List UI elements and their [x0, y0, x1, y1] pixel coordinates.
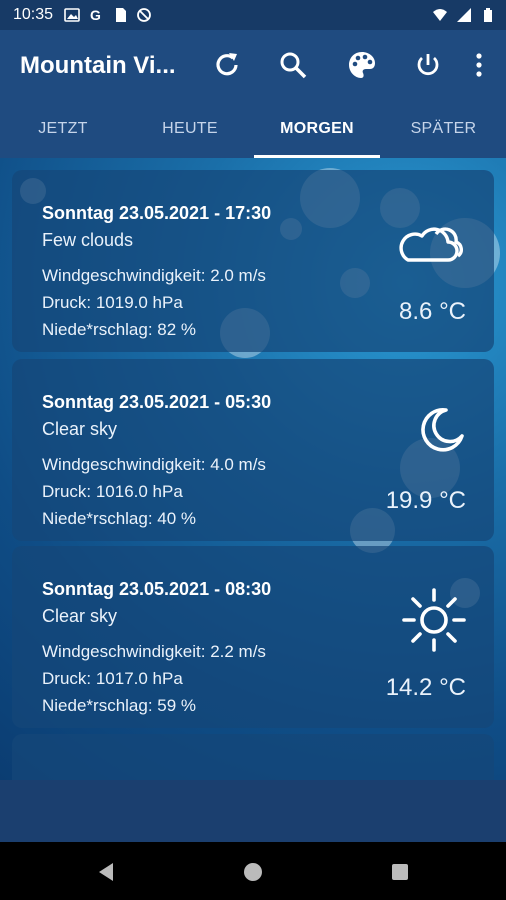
svg-text:G: G [90, 7, 101, 23]
tab-morgen[interactable]: MORGEN [254, 100, 380, 158]
notification-icons: G [64, 7, 152, 23]
forecast-datetime: Sonntag 23.05.2021 - 08:30 [42, 579, 272, 599]
precipitation: Niede*rschlag: 82 % [42, 320, 197, 339]
wind-speed: Windgeschwindigkeit: 2.2 m/s [42, 642, 266, 661]
search-button[interactable] [276, 48, 310, 82]
temperature: 19.9 °C [385, 487, 466, 514]
theme-button[interactable] [345, 48, 379, 82]
tab-jetzt[interactable]: JETZT [0, 100, 126, 158]
recents-icon [392, 864, 408, 880]
bottom-area [0, 780, 506, 842]
sim-card-icon [116, 8, 126, 22]
forecast-card[interactable]: Sonntag 23.05.2021 - 17:30 Few clouds Wi… [12, 170, 494, 352]
signal-icon [457, 8, 471, 22]
forecast-description: Clear sky [42, 606, 118, 626]
back-button[interactable] [92, 858, 120, 886]
tab-bar: JETZT HEUTE MORGEN SPÄTER [0, 100, 506, 158]
forecast-datetime: Sonntag 23.05.2021 - 17:30 [42, 203, 272, 223]
power-button[interactable] [411, 48, 445, 82]
forecast-list[interactable]: Sonntag 23.05.2021 - 17:30 Few clouds Wi… [0, 158, 506, 780]
recents-button[interactable] [386, 858, 414, 886]
back-icon [99, 863, 113, 881]
search-icon [280, 52, 307, 79]
refresh-icon [216, 53, 238, 76]
wind-speed: Windgeschwindigkeit: 2.0 m/s [42, 266, 266, 285]
forecast-datetime: Sonntag 23.05.2021 - 05:30 [42, 392, 272, 412]
refresh-button[interactable] [210, 48, 244, 82]
moon-icon [421, 407, 464, 452]
pressure: Druck: 1019.0 hPa [42, 293, 183, 312]
battery-icon [484, 8, 492, 22]
pressure: Druck: 1017.0 hPa [42, 669, 183, 688]
google-icon: G [90, 7, 101, 23]
temperature: 14.2 °C [385, 674, 466, 701]
forecast-card[interactable]: Sonntag 23.05.2021 - 05:30 Clear sky Win… [12, 359, 494, 541]
tab-label: SPÄTER [410, 120, 477, 137]
image-icon [64, 8, 80, 22]
precipitation: Niede*rschlag: 59 % [42, 696, 197, 715]
pressure: Druck: 1016.0 hPa [42, 482, 183, 501]
temperature: 8.6 °C [399, 298, 466, 325]
tab-heute[interactable]: HEUTE [127, 100, 253, 158]
tab-label: HEUTE [162, 120, 218, 137]
home-icon [244, 863, 262, 881]
wifi-icon [433, 9, 447, 21]
app-title: Mountain Vi... [20, 52, 176, 79]
blocked-icon [137, 8, 151, 22]
precipitation: Niede*rschlag: 40 % [42, 509, 197, 528]
home-button[interactable] [239, 858, 267, 886]
palette-icon [349, 52, 375, 78]
forecast-description: Few clouds [42, 230, 134, 250]
forecast-card[interactable]: Sonntag 23.05.2021 - 08:30 Clear sky Win… [12, 546, 494, 728]
tab-label: JETZT [38, 120, 88, 137]
tab-spaeter[interactable]: SPÄTER [381, 100, 506, 158]
sun-icon [402, 588, 466, 652]
tab-label: MORGEN [280, 120, 354, 137]
system-icons [432, 7, 496, 23]
status-bar: 10:35 G [0, 0, 506, 30]
system-navigation-bar [0, 842, 506, 900]
forecast-description: Clear sky [42, 419, 118, 439]
forecast-card[interactable] [12, 734, 494, 780]
wind-speed: Windgeschwindigkeit: 4.0 m/s [42, 455, 266, 474]
cloudy-icon [399, 227, 463, 262]
app-bar: Mountain Vi... [0, 30, 506, 100]
power-icon [417, 54, 439, 76]
overflow-menu-button[interactable] [462, 48, 496, 82]
status-time: 10:35 [13, 6, 54, 23]
more-vertical-icon [476, 53, 482, 77]
